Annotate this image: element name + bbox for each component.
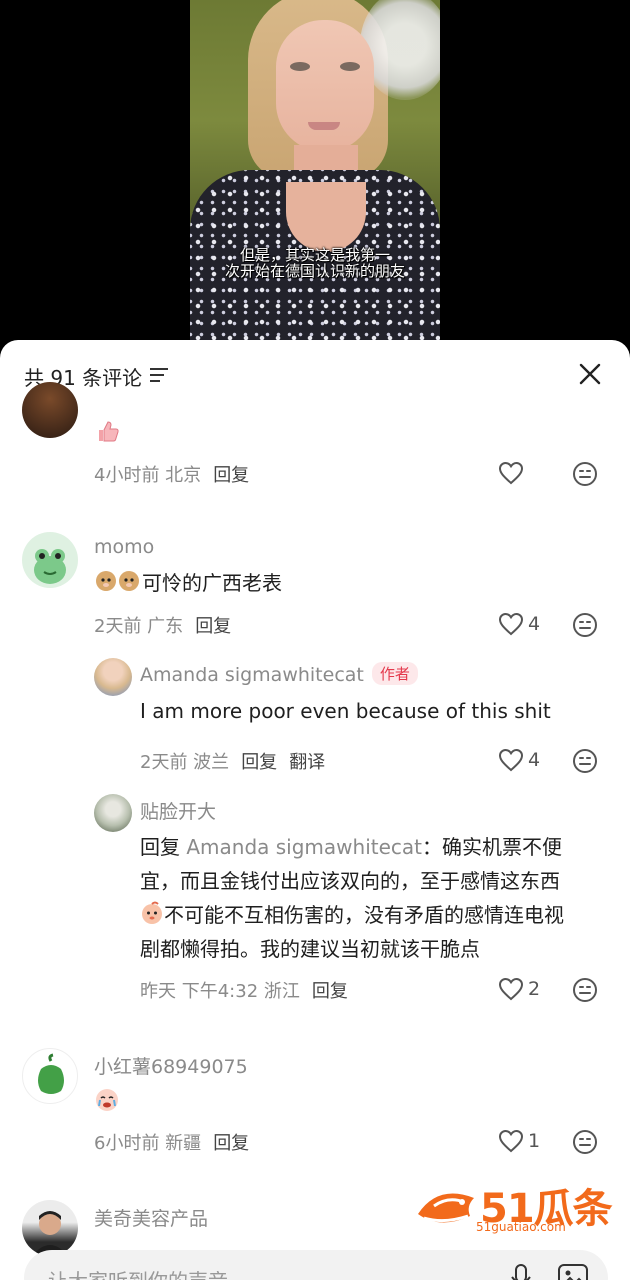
like-button[interactable] [498, 461, 558, 487]
heart-icon [498, 1129, 524, 1153]
frog-avatar-icon [34, 549, 66, 584]
emoji-reaction-icon[interactable] [572, 1129, 598, 1155]
dog-sticker-icon [96, 571, 139, 591]
reply-username[interactable]: Amanda sigmawhitecat 作者 [140, 662, 418, 686]
close-icon[interactable] [578, 362, 602, 386]
video-subtitle-line2: 次开始在德国认识新的朋友 [224, 262, 405, 280]
video-eye-left [290, 62, 310, 71]
reply-prefix: 回复 [140, 835, 180, 859]
peach-sticker-icon [142, 901, 162, 924]
author-badge: 作者 [371, 662, 418, 685]
comment-text: 可怜的广西老表 [142, 571, 282, 595]
reply-button[interactable]: 回复 [213, 465, 249, 486]
pepper-avatar-icon [38, 1053, 64, 1094]
reply-time-location: 2天前 波兰 [140, 752, 230, 773]
like-button[interactable]: 2 [498, 977, 558, 1003]
reply-text: 不可能不互相伤害的，没有矛盾的感情连电视 [164, 903, 564, 927]
comment-sheet: 共 91 条评论 4小时前 北京 回复 momo 可怜的广西老表 2天前 广东 回复 [0, 340, 630, 1280]
reply-text-line4: 剧都懒得拍。我的建议当初就该干脆点 [140, 937, 480, 961]
reply-text-line2: 宜，而且金钱付出应该双向的，至于感情这东西 [140, 869, 560, 893]
like-count: 2 [528, 978, 541, 1000]
like-count: 4 [528, 749, 541, 771]
comment-username[interactable]: momo [94, 536, 154, 558]
reply-time-location: 昨天 下午4:32 浙江 [140, 981, 300, 1002]
comment-time-location: 4小时前 北京 [94, 465, 202, 486]
video-eye-right [340, 62, 360, 71]
avatar[interactable] [22, 1200, 78, 1256]
comment-meta: 2天前 广东 回复 [94, 612, 231, 638]
image-picker-icon[interactable] [558, 1264, 588, 1280]
reply-text: I am more poor even because of this shit [140, 699, 551, 723]
emoji-reaction-icon[interactable] [572, 461, 598, 487]
reply-to-username[interactable]: Amanda sigmawhitecat [186, 835, 422, 859]
avatar[interactable] [22, 532, 78, 588]
reply-username[interactable]: 贴脸开大 [140, 797, 216, 824]
heart-icon [498, 748, 524, 772]
heart-icon [498, 461, 524, 485]
comment-username[interactable]: 小红薯68949075 [94, 1052, 248, 1079]
comment-username[interactable]: 美奇美容产品 [94, 1204, 208, 1231]
avatar[interactable] [94, 658, 132, 696]
like-count: 4 [528, 613, 541, 635]
reply-text-line1: 回复 Amanda sigmawhitecat：确实机票不便 [140, 830, 562, 864]
video-frame[interactable]: 但是，其实这是我第一 次开始在德国认识新的朋友 [190, 0, 440, 345]
crying-face-sticker [96, 1089, 118, 1111]
sort-filter-icon[interactable] [150, 368, 168, 382]
comment-sheet-header: 共 91 条评论 [0, 340, 630, 406]
video-mouth [308, 122, 340, 130]
reply-text: ：确实机票不便 [422, 835, 563, 859]
heart-icon [498, 612, 524, 636]
reply-button[interactable]: 回复 [312, 981, 348, 1002]
watermark-logo: 51瓜条 51guatiao.com [414, 1180, 614, 1240]
like-button[interactable]: 4 [498, 748, 558, 774]
reply-button[interactable]: 回复 [241, 752, 277, 773]
translate-button[interactable]: 翻译 [289, 752, 325, 773]
avatar[interactable] [94, 794, 132, 832]
reply-meta: 2天前 波兰 回复 翻译 [140, 748, 325, 774]
comment-input-placeholder[interactable]: 让大家听到你的声音 [48, 1265, 228, 1280]
reply-button[interactable]: 回复 [213, 1133, 249, 1154]
heart-icon [498, 977, 524, 1001]
comment-input-bar[interactable]: 让大家听到你的声音 [24, 1250, 608, 1280]
person-avatar-icon [32, 1211, 68, 1256]
video-player[interactable]: 但是，其实这是我第一 次开始在德国认识新的朋友 [0, 0, 630, 345]
watermark-fish-icon [418, 1193, 474, 1223]
comment-meta: 6小时前 新疆 回复 [94, 1129, 249, 1155]
reply-username-text[interactable]: Amanda sigmawhitecat [140, 664, 364, 686]
reply-meta: 昨天 下午4:32 浙江 回复 [140, 977, 348, 1003]
comment-time-location: 6小时前 新疆 [94, 1133, 202, 1154]
comment-text-row: 可怜的广西老表 [94, 566, 282, 600]
emoji-reaction-icon[interactable] [572, 612, 598, 638]
microphone-icon[interactable] [510, 1264, 532, 1280]
comment-time-location: 2天前 广东 [94, 616, 184, 637]
like-count: 1 [528, 1130, 541, 1152]
emoji-reaction-icon[interactable] [572, 977, 598, 1003]
video-face [276, 20, 374, 152]
emoji-reaction-icon[interactable] [572, 748, 598, 774]
reply-text-line3-row: 不可能不互相伤害的，没有矛盾的感情连电视 [140, 898, 564, 932]
comment-meta: 4小时前 北京 回复 [94, 461, 249, 487]
like-button[interactable]: 1 [498, 1129, 558, 1155]
thumbs-up-sticker [99, 421, 119, 442]
avatar[interactable] [22, 1048, 78, 1104]
avatar[interactable] [22, 382, 78, 438]
reply-button[interactable]: 回复 [195, 616, 231, 637]
like-button[interactable]: 4 [498, 612, 558, 638]
watermark-url: 51guatiao.com [476, 1220, 566, 1234]
